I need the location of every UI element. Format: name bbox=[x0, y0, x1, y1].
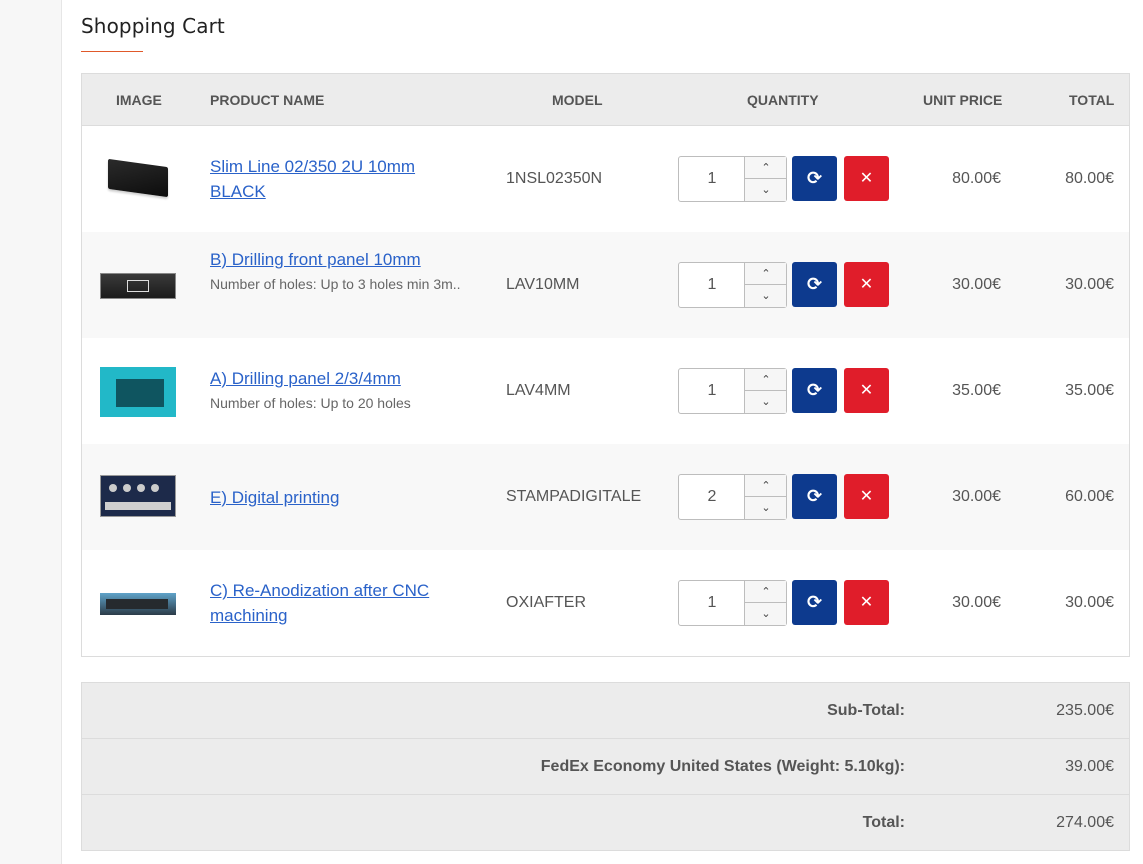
table-row: A) Drilling panel 2/3/4mm Number of hole… bbox=[82, 338, 1129, 444]
chevron-up-icon[interactable]: ⌃ bbox=[745, 263, 787, 285]
shipping-row: FedEx Economy United States (Weight: 5.1… bbox=[82, 739, 1129, 795]
unit-price-cell: 30.00€ bbox=[952, 488, 1001, 505]
quantity-stepper[interactable]: 1 ⌃ ⌄ bbox=[678, 156, 787, 202]
header-unit-price: UNIT PRICE bbox=[923, 92, 1003, 108]
chevron-up-icon[interactable]: ⌃ bbox=[745, 581, 787, 603]
total-cell: 35.00€ bbox=[1065, 382, 1114, 399]
refresh-icon: ⟳ bbox=[806, 486, 823, 506]
chevron-up-icon[interactable]: ⌃ bbox=[745, 475, 787, 497]
table-row: B) Drilling front panel 10mm Number of h… bbox=[82, 232, 1129, 338]
product-cell: Slim Line 02/350 2U 10mm BLACK bbox=[210, 154, 470, 204]
table-row: E) Digital printing STAMPADIGITALE 2 ⌃ ⌄… bbox=[82, 444, 1129, 550]
drilled-black-panel-image[interactable] bbox=[100, 247, 176, 323]
product-cell: A) Drilling panel 2/3/4mm Number of hole… bbox=[210, 366, 470, 416]
update-button[interactable]: ⟳ bbox=[792, 156, 837, 201]
quantity-input[interactable]: 1 bbox=[679, 581, 745, 625]
model-cell: LAV4MM bbox=[506, 382, 571, 399]
title-underline bbox=[81, 51, 143, 52]
grand-total-value: 274.00€ bbox=[1056, 814, 1114, 831]
black-enclosure-image[interactable] bbox=[100, 141, 176, 217]
blue-panel-image[interactable] bbox=[100, 353, 176, 429]
close-icon: ✕ bbox=[859, 594, 874, 611]
remove-button[interactable]: ✕ bbox=[844, 474, 889, 519]
remove-button[interactable]: ✕ bbox=[844, 368, 889, 413]
grand-total-label: Total: bbox=[862, 814, 905, 831]
remove-button[interactable]: ✕ bbox=[844, 262, 889, 307]
update-button[interactable]: ⟳ bbox=[792, 368, 837, 413]
printed-panel-image[interactable] bbox=[100, 459, 176, 535]
refresh-icon: ⟳ bbox=[806, 380, 823, 400]
unit-price-cell: 30.00€ bbox=[952, 276, 1001, 293]
table-row: Slim Line 02/350 2U 10mm BLACK 1NSL02350… bbox=[82, 126, 1129, 232]
subtotal-label: Sub-Total: bbox=[827, 702, 905, 719]
chevron-down-icon[interactable]: ⌄ bbox=[745, 179, 787, 201]
cart-table: IMAGE PRODUCT NAME MODEL QUANTITY UNIT P… bbox=[81, 73, 1130, 657]
close-icon: ✕ bbox=[859, 488, 874, 505]
product-cell: E) Digital printing bbox=[210, 485, 470, 510]
quantity-stepper[interactable]: 1 ⌃ ⌄ bbox=[678, 580, 787, 626]
total-cell: 80.00€ bbox=[1065, 170, 1114, 187]
unit-price-cell: 35.00€ bbox=[952, 382, 1001, 399]
chevron-up-icon[interactable]: ⌃ bbox=[745, 369, 787, 391]
quantity-input[interactable]: 2 bbox=[679, 475, 745, 519]
total-cell: 30.00€ bbox=[1065, 594, 1114, 611]
quantity-input[interactable]: 1 bbox=[679, 263, 745, 307]
totals-table: Sub-Total: 235.00€ FedEx Economy United … bbox=[81, 682, 1130, 851]
left-sidebar-rail bbox=[0, 0, 62, 864]
model-cell: 1NSL02350N bbox=[506, 170, 603, 187]
close-icon: ✕ bbox=[859, 170, 874, 187]
product-cell: B) Drilling front panel 10mm Number of h… bbox=[210, 247, 470, 297]
subtotal-value: 235.00€ bbox=[1056, 702, 1114, 719]
product-link[interactable]: B) Drilling front panel 10mm bbox=[210, 250, 421, 269]
chevron-down-icon[interactable]: ⌄ bbox=[745, 285, 787, 307]
header-total: TOTAL bbox=[1069, 92, 1115, 108]
product-link[interactable]: E) Digital printing bbox=[210, 488, 339, 507]
anodized-panel-image[interactable] bbox=[100, 565, 176, 641]
table-row: C) Re-Anodization after CNC machining OX… bbox=[82, 550, 1129, 656]
quantity-stepper[interactable]: 1 ⌃ ⌄ bbox=[678, 262, 787, 308]
subtotal-row: Sub-Total: 235.00€ bbox=[82, 683, 1129, 739]
page-title: Shopping Cart bbox=[81, 14, 225, 38]
quantity-stepper[interactable]: 1 ⌃ ⌄ bbox=[678, 368, 787, 414]
unit-price-cell: 30.00€ bbox=[952, 594, 1001, 611]
header-product-name: PRODUCT NAME bbox=[210, 92, 325, 108]
chevron-up-icon[interactable]: ⌃ bbox=[745, 157, 787, 179]
remove-button[interactable]: ✕ bbox=[844, 156, 889, 201]
model-cell: STAMPADIGITALE bbox=[506, 488, 642, 505]
product-link[interactable]: C) Re-Anodization after CNC machining bbox=[210, 581, 429, 625]
shipping-value: 39.00€ bbox=[1065, 758, 1114, 775]
close-icon: ✕ bbox=[859, 276, 874, 293]
quantity-input[interactable]: 1 bbox=[679, 369, 745, 413]
header-quantity: QUANTITY bbox=[747, 92, 819, 108]
product-description: Number of holes: Up to 20 holes bbox=[210, 395, 411, 411]
refresh-icon: ⟳ bbox=[806, 168, 823, 188]
unit-price-cell: 80.00€ bbox=[952, 170, 1001, 187]
product-link[interactable]: A) Drilling panel 2/3/4mm bbox=[210, 369, 401, 388]
quantity-input[interactable]: 1 bbox=[679, 157, 745, 201]
remove-button[interactable]: ✕ bbox=[844, 580, 889, 625]
model-cell: OXIAFTER bbox=[506, 594, 587, 611]
header-image: IMAGE bbox=[116, 92, 162, 108]
product-description: Number of holes: Up to 3 holes min 3m.. bbox=[210, 276, 461, 292]
shipping-label: FedEx Economy United States (Weight: 5.1… bbox=[540, 758, 905, 775]
table-header: IMAGE PRODUCT NAME MODEL QUANTITY UNIT P… bbox=[82, 74, 1129, 126]
model-cell: LAV10MM bbox=[506, 276, 580, 293]
refresh-icon: ⟳ bbox=[806, 592, 823, 612]
grand-total-row: Total: 274.00€ bbox=[82, 795, 1129, 851]
close-icon: ✕ bbox=[859, 382, 874, 399]
update-button[interactable]: ⟳ bbox=[792, 474, 837, 519]
chevron-down-icon[interactable]: ⌄ bbox=[745, 603, 787, 625]
header-model: MODEL bbox=[552, 92, 603, 108]
chevron-down-icon[interactable]: ⌄ bbox=[745, 391, 787, 413]
total-cell: 30.00€ bbox=[1065, 276, 1114, 293]
chevron-down-icon[interactable]: ⌄ bbox=[745, 497, 787, 519]
refresh-icon: ⟳ bbox=[806, 274, 823, 294]
product-cell: C) Re-Anodization after CNC machining bbox=[210, 578, 470, 628]
update-button[interactable]: ⟳ bbox=[792, 262, 837, 307]
update-button[interactable]: ⟳ bbox=[792, 580, 837, 625]
total-cell: 60.00€ bbox=[1065, 488, 1114, 505]
product-link[interactable]: Slim Line 02/350 2U 10mm BLACK bbox=[210, 157, 415, 201]
quantity-stepper[interactable]: 2 ⌃ ⌄ bbox=[678, 474, 787, 520]
